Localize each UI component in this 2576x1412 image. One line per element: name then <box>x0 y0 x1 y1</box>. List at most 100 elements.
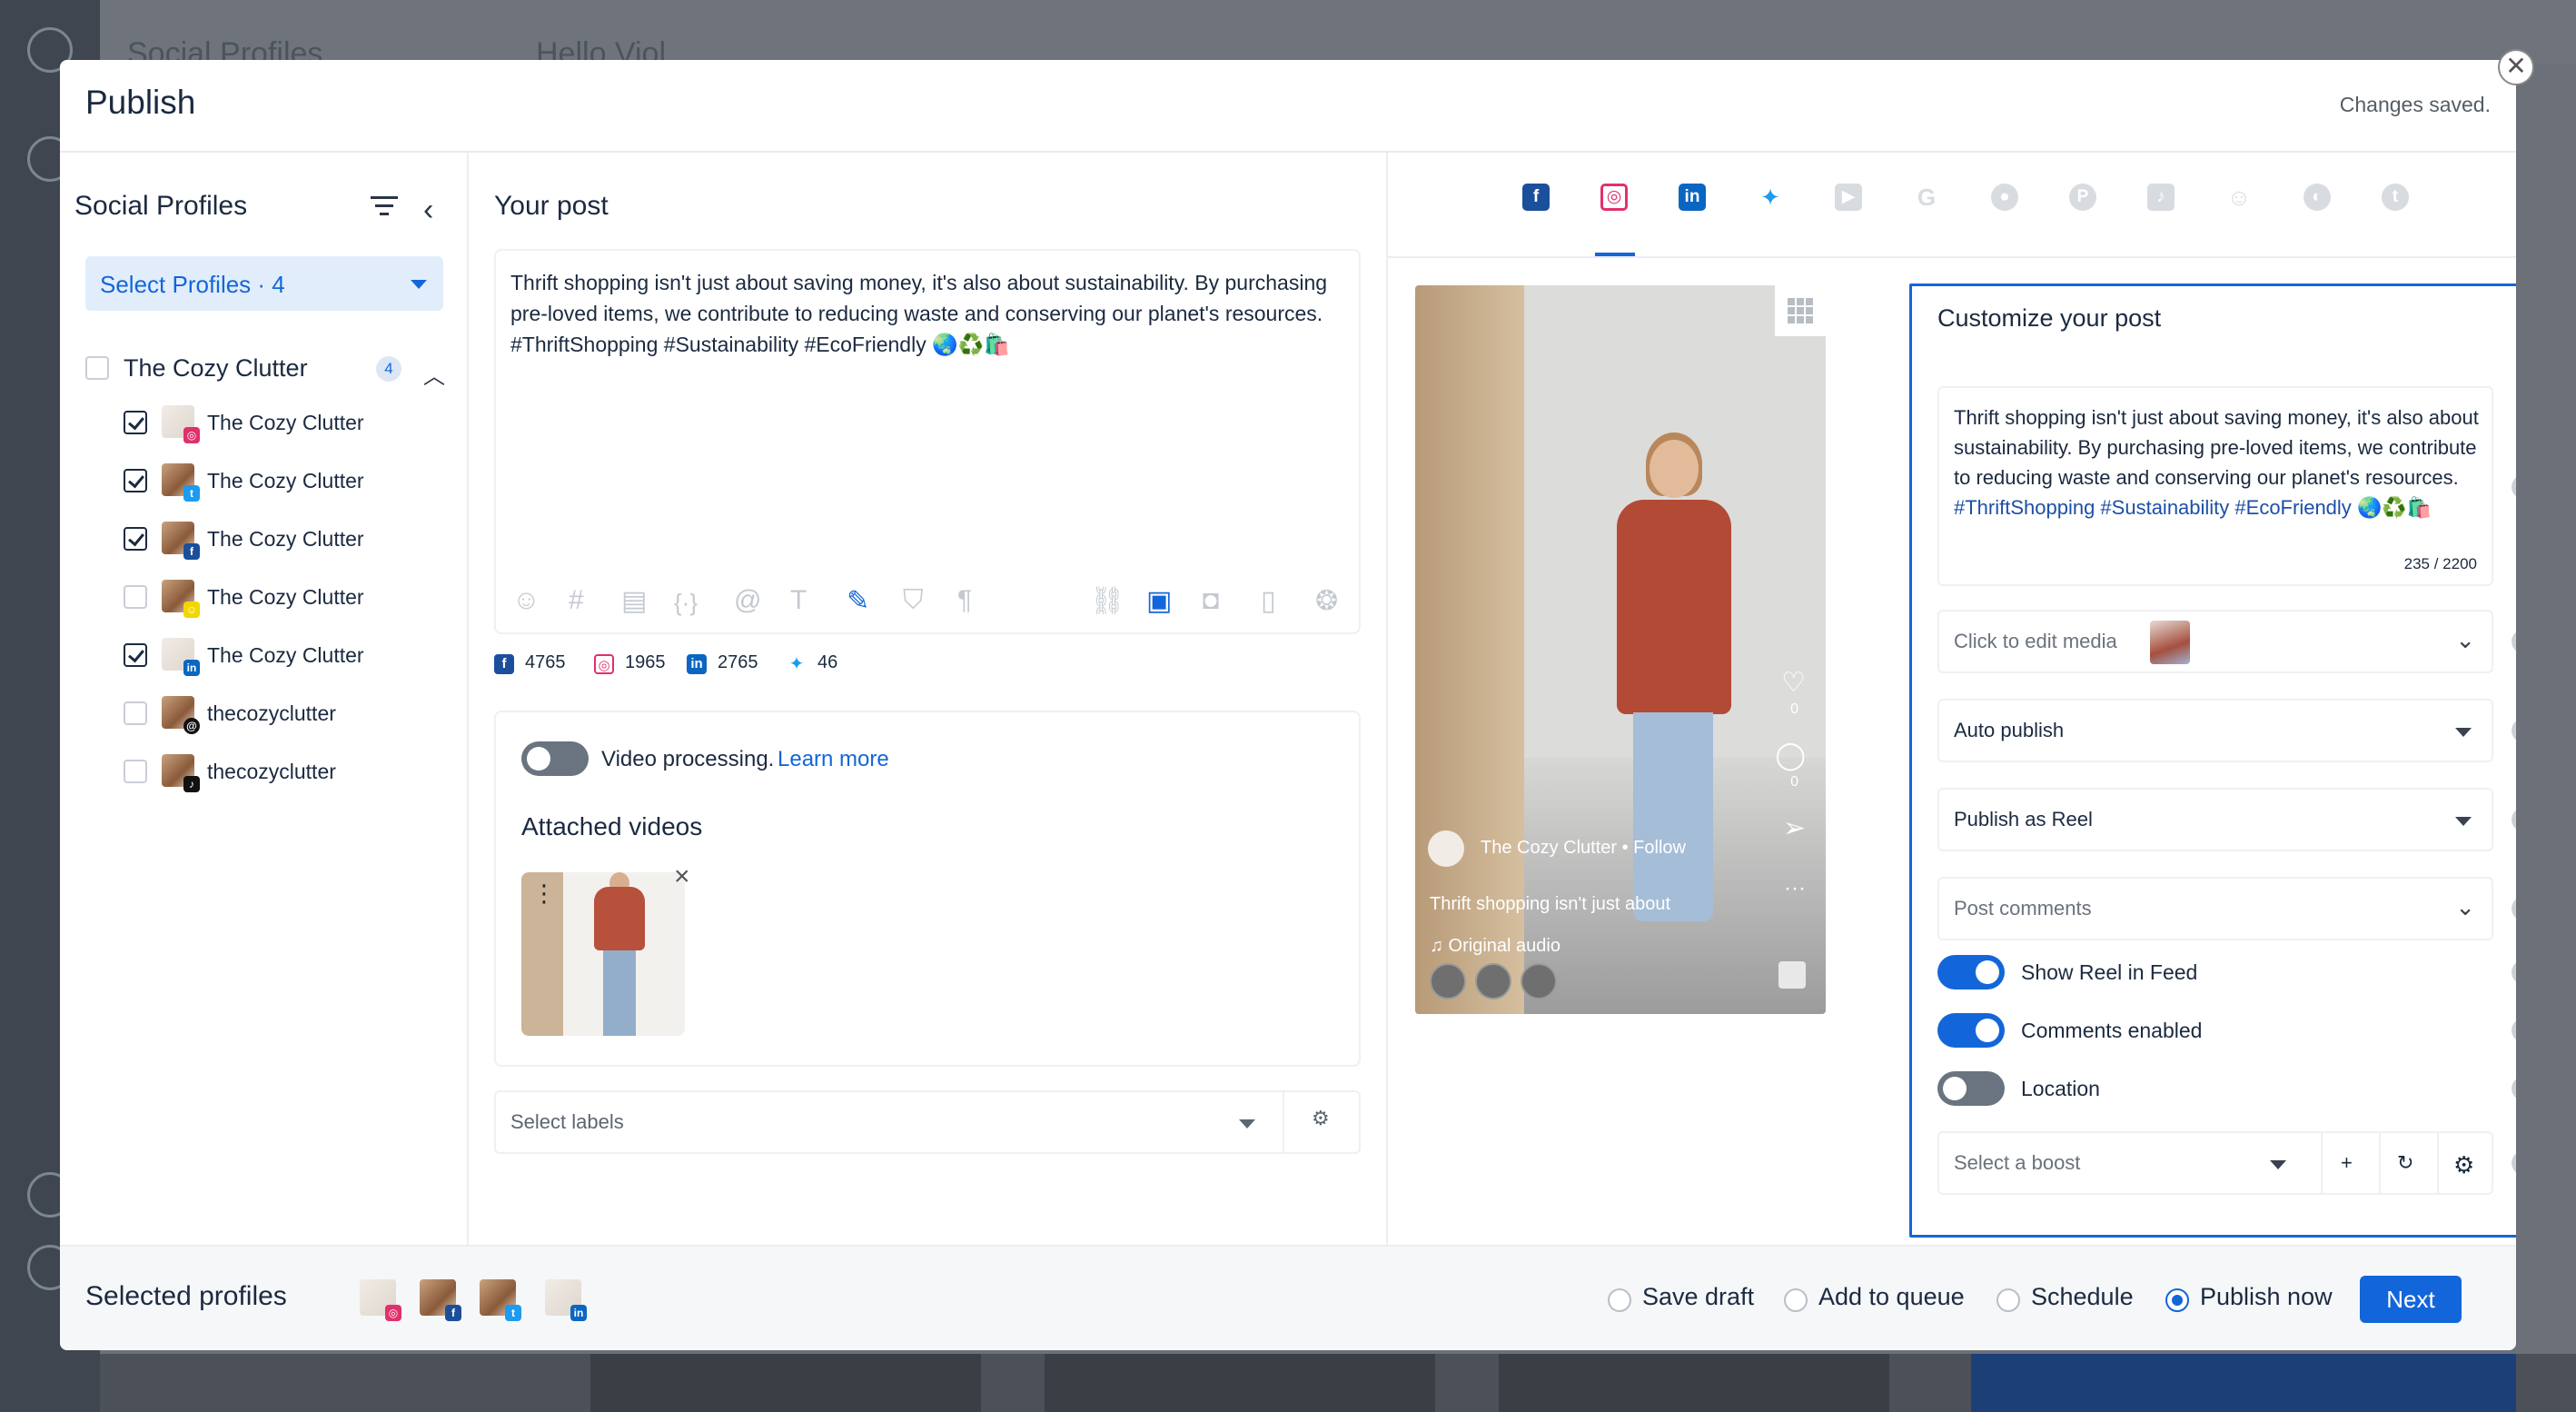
publish-now-label[interactable]: Publish now <box>2200 1283 2333 1311</box>
more-options-icon[interactable]: ⋮ <box>532 880 556 908</box>
schedule-radio[interactable] <box>1996 1288 2020 1312</box>
labels-select[interactable]: Select labels ⚙ <box>494 1090 1361 1154</box>
custom-caption-text[interactable]: Thrift shopping isn't just about saving … <box>1954 403 2481 522</box>
refresh-icon[interactable]: ↻ <box>2397 1151 2413 1175</box>
grid-view-icon[interactable] <box>1775 285 1826 336</box>
text-format-icon[interactable]: T <box>790 585 807 616</box>
tab-tumblr[interactable]: t <box>2382 184 2409 211</box>
profile-checkbox[interactable] <box>124 701 147 725</box>
integrations-icon[interactable]: ❂ <box>1315 585 1338 617</box>
comments-enabled-toggle[interactable] <box>1937 1013 2005 1048</box>
magic-wand-icon[interactable]: ✎ <box>847 585 869 617</box>
tab-youtube[interactable]: ▶ <box>1835 184 1862 211</box>
show-reel-in-feed-toggle[interactable] <box>1937 955 2005 989</box>
modal-close-button[interactable]: ✕ <box>2498 49 2534 85</box>
filter-icon[interactable] <box>371 196 398 218</box>
chevron-up-icon[interactable]: ︿ <box>423 358 445 390</box>
profile-row[interactable]: ◎ The Cozy Clutter <box>124 405 451 443</box>
customize-post-panel: Customize your post › Thrift shopping is… <box>1909 283 2516 1238</box>
info-icon[interactable]: i <box>2512 1077 2516 1100</box>
profile-checkbox[interactable] <box>124 411 147 434</box>
profile-row[interactable]: @ thecozyclutter <box>124 696 451 734</box>
remove-video-icon[interactable]: × <box>674 861 690 892</box>
tab-google[interactable]: G <box>1913 184 1940 211</box>
info-icon[interactable]: i <box>2512 475 2516 499</box>
info-icon[interactable]: i <box>2512 630 2516 653</box>
preview-username: The Cozy Clutter • Follow <box>1481 838 1686 858</box>
info-icon[interactable]: i <box>2512 960 2516 984</box>
profile-checkbox[interactable] <box>124 760 147 783</box>
tab-twitter[interactable]: ✦ <box>1757 184 1784 211</box>
boost-select[interactable]: Select a boost + ↻ ⚙ <box>1937 1131 2493 1195</box>
tab-tiktok[interactable]: ♪ <box>2147 184 2175 211</box>
location-toggle[interactable] <box>1937 1071 2005 1106</box>
post-text-editor[interactable]: Thrift shopping isn't just about saving … <box>494 249 1361 634</box>
gear-icon[interactable]: ⚙ <box>2453 1151 2474 1179</box>
avatar[interactable]: in <box>545 1279 587 1321</box>
tab-instagram[interactable]: ◎ <box>1600 184 1628 211</box>
avatar: t <box>162 463 200 502</box>
profile-row[interactable]: ☺ The Cozy Clutter <box>124 580 451 618</box>
schedule-label[interactable]: Schedule <box>2031 1283 2134 1311</box>
tab-snapchat[interactable]: ☺ <box>2225 184 2253 211</box>
tab-pinterest[interactable]: P <box>2069 184 2096 211</box>
add-to-queue-label[interactable]: Add to queue <box>1818 1283 1965 1311</box>
video-processing-toggle[interactable] <box>521 741 589 776</box>
variable-icon[interactable]: {·} <box>674 589 698 617</box>
modal-title: Publish <box>85 84 196 121</box>
info-icon[interactable]: i <box>2512 719 2516 742</box>
add-to-queue-radio[interactable] <box>1784 1288 1808 1312</box>
save-draft-label[interactable]: Save draft <box>1642 1283 1754 1311</box>
camera-icon[interactable]: ◘ <box>1203 585 1219 616</box>
gear-icon[interactable]: ⚙ <box>1312 1107 1330 1130</box>
emoji-icon[interactable]: ☺ <box>512 585 540 616</box>
tab-facebook[interactable]: f <box>1522 184 1550 211</box>
save-status: Changes saved. <box>2339 93 2491 116</box>
info-icon[interactable]: i <box>2512 1151 2516 1175</box>
collapse-panel-icon[interactable]: ‹ <box>423 193 433 228</box>
shield-icon[interactable]: ⛉ <box>903 585 924 616</box>
share-icon: ➢ <box>1782 813 1806 843</box>
info-icon[interactable]: i <box>2512 808 2516 831</box>
post-comments-field[interactable]: Post comments ⌄ <box>1937 877 2493 940</box>
profile-checkbox[interactable] <box>124 469 147 492</box>
video-upload-icon[interactable]: ▣ <box>1146 585 1172 617</box>
profile-row[interactable]: in The Cozy Clutter <box>124 638 451 676</box>
profile-checkbox[interactable] <box>124 585 147 609</box>
profile-row[interactable]: ♪ thecozyclutter <box>124 754 451 792</box>
link-icon[interactable]: ⛓ <box>1090 585 1125 617</box>
hashtag-icon[interactable]: # <box>569 585 584 616</box>
document-icon[interactable]: ▯ <box>1261 585 1276 617</box>
facebook-icon: f <box>494 654 514 674</box>
auto-publish-select[interactable]: Auto publish <box>1937 699 2493 762</box>
profile-checkbox[interactable] <box>124 527 147 551</box>
add-boost-icon[interactable]: + <box>2341 1151 2353 1175</box>
avatar[interactable]: f <box>420 1279 461 1321</box>
avatar: ◎ <box>162 405 200 443</box>
snippet-icon[interactable]: ▤ <box>621 585 647 617</box>
publish-as-select[interactable]: Publish as Reel <box>1937 788 2493 851</box>
your-post-title: Your post <box>494 191 609 221</box>
select-profiles-dropdown[interactable]: Select Profiles · 4 <box>85 256 443 311</box>
custom-caption-editor[interactable]: Thrift shopping isn't just about saving … <box>1937 386 2493 586</box>
tab-reddit[interactable]: ● <box>1991 184 2018 211</box>
profile-checkbox[interactable] <box>124 643 147 667</box>
video-thumbnail[interactable]: ⋮ <box>521 872 685 1036</box>
save-draft-radio[interactable] <box>1608 1288 1631 1312</box>
mention-icon[interactable]: @ <box>734 585 761 616</box>
tab-linkedin[interactable]: in <box>1679 184 1706 211</box>
tab-threads[interactable]: ◐ <box>2304 184 2331 211</box>
profile-row[interactable]: f The Cozy Clutter <box>124 522 451 560</box>
publish-now-radio[interactable] <box>2165 1288 2189 1312</box>
learn-more-link[interactable]: Learn more <box>778 747 889 772</box>
avatar[interactable]: t <box>480 1279 521 1321</box>
paragraph-icon[interactable]: ¶ <box>957 585 972 616</box>
group-checkbox[interactable] <box>85 356 109 380</box>
post-text[interactable]: Thrift shopping isn't just about saving … <box>510 267 1328 360</box>
info-icon[interactable]: i <box>2512 1019 2516 1042</box>
avatar[interactable]: ◎ <box>360 1279 401 1321</box>
profile-row[interactable]: t The Cozy Clutter <box>124 463 451 502</box>
info-icon[interactable]: i <box>2512 897 2516 920</box>
edit-media-field[interactable]: Click to edit media ⌄ <box>1937 610 2493 673</box>
next-button[interactable]: Next <box>2360 1276 2462 1323</box>
